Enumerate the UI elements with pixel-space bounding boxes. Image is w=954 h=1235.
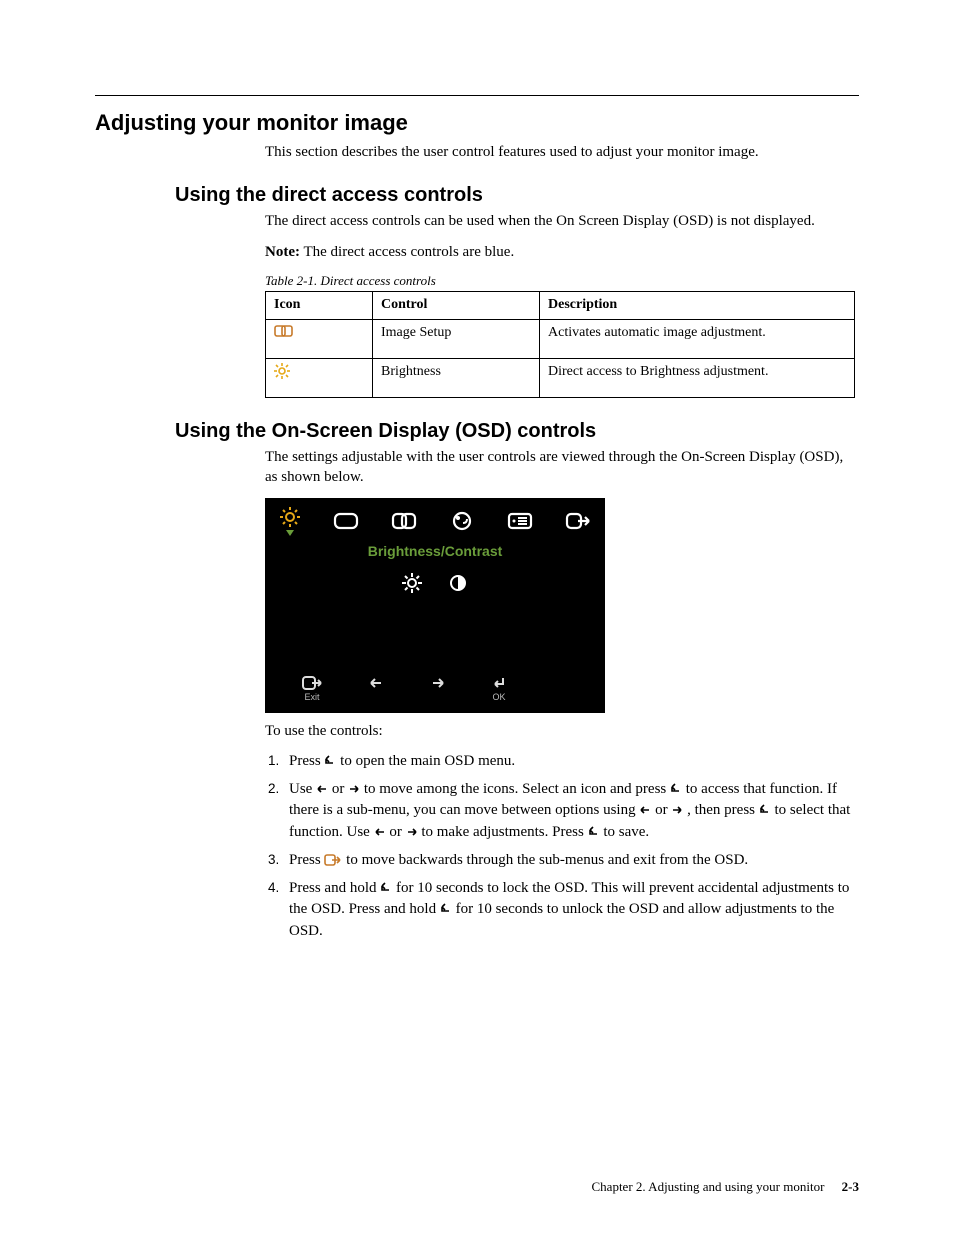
step-2: Use or to move among the icons. Select a… (283, 779, 859, 844)
direct-intro: The direct access controls can be used w… (265, 211, 859, 231)
controls-lead: To use the controls: (265, 721, 859, 741)
enter-icon (759, 804, 771, 816)
right-arrow-icon (406, 826, 418, 838)
brightness-icon (266, 359, 373, 398)
steps-list: Press to open the main OSD menu. Use or … (265, 751, 859, 943)
osd-brightness-tab-icon (279, 506, 301, 536)
osd-menu-title: Brightness/Contrast (279, 542, 591, 561)
top-rule (95, 95, 859, 96)
osd-color-icon (449, 510, 475, 532)
footer-page-number: 2-3 (842, 1179, 859, 1194)
enter-icon (324, 755, 336, 767)
osd-exit-button: Exit (301, 675, 323, 703)
table-caption: Table 2-1. Direct access controls (265, 272, 859, 290)
osd-exit-icon (565, 510, 591, 532)
osd-position-icon (333, 510, 359, 532)
note-label: Note: (265, 244, 300, 260)
osd-exit-label: Exit (301, 691, 323, 703)
right-arrow-icon (671, 804, 683, 816)
page-footer: Chapter 2. Adjusting and using your moni… (592, 1179, 860, 1195)
footer-chapter: Chapter 2. Adjusting and using your moni… (592, 1179, 825, 1194)
right-arrow-icon (348, 783, 360, 795)
enter-icon (670, 783, 682, 795)
osd-ok-label: OK (491, 691, 507, 703)
heading-direct-access: Using the direct access controls (175, 184, 859, 207)
direct-access-table: Icon Control Description Image Setup Act… (265, 291, 855, 398)
enter-icon (440, 903, 452, 915)
osd-right-arrow-icon (429, 675, 447, 703)
th-description: Description (540, 292, 855, 320)
row-control: Brightness (373, 359, 540, 398)
step-4: Press and hold for 10 seconds to lock th… (283, 878, 859, 943)
osd-intro: The settings adjustable with the user co… (265, 447, 859, 488)
osd-ok-button: OK (491, 675, 507, 703)
th-control: Control (373, 292, 540, 320)
exit-icon (324, 854, 342, 866)
enter-icon (380, 882, 392, 894)
table-header-row: Icon Control Description (266, 292, 855, 320)
note-line: Note: The direct access controls are blu… (265, 242, 859, 262)
osd-sub-brightness-icon (402, 573, 422, 593)
row-control: Image Setup (373, 320, 540, 359)
step-1: Press to open the main OSD menu. (283, 751, 859, 773)
osd-options-icon (507, 510, 533, 532)
image-setup-icon (266, 320, 373, 359)
heading-adjusting: Adjusting your monitor image (95, 110, 859, 136)
osd-sub-contrast-icon (448, 573, 468, 593)
osd-screenshot: Brightness/Contrast Exit OK (265, 498, 605, 713)
left-arrow-icon (639, 804, 651, 816)
enter-icon (588, 826, 600, 838)
left-arrow-icon (374, 826, 386, 838)
row-desc: Activates automatic image adjustment. (540, 320, 855, 359)
th-icon: Icon (266, 292, 373, 320)
intro-text: This section describes the user control … (265, 142, 859, 162)
row-desc: Direct access to Brightness adjustment. (540, 359, 855, 398)
osd-image-setup-icon (391, 510, 417, 532)
table-row: Brightness Direct access to Brightness a… (266, 359, 855, 398)
step-3: Press to move backwards through the sub-… (283, 850, 859, 872)
osd-left-arrow-icon (367, 675, 385, 703)
table-row: Image Setup Activates automatic image ad… (266, 320, 855, 359)
document-page: Adjusting your monitor image This sectio… (0, 0, 954, 1235)
left-arrow-icon (316, 783, 328, 795)
heading-osd-controls: Using the On-Screen Display (OSD) contro… (175, 420, 859, 443)
note-body: The direct access controls are blue. (300, 244, 514, 260)
